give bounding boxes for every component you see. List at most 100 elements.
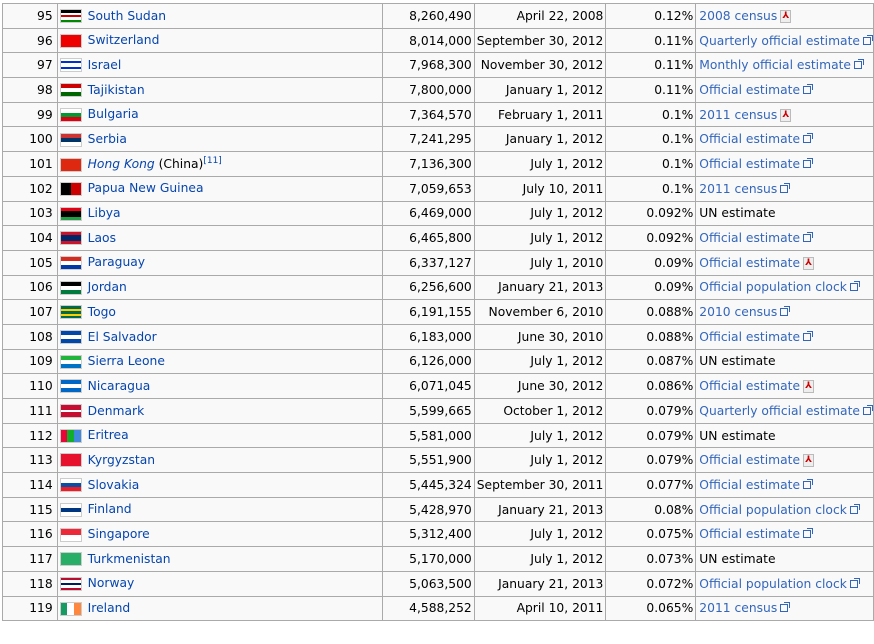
population-cell: 7,800,000 (382, 77, 475, 103)
country-cell: Israel (56, 52, 384, 79)
date-cell: July 1, 2012 (473, 151, 607, 177)
country-link[interactable]: Tajikistan (88, 83, 145, 97)
flag-icon[interactable] (59, 157, 82, 172)
external-link-icon (854, 59, 865, 70)
source-link[interactable]: Official estimate (699, 132, 814, 146)
source-link[interactable]: Official estimate (699, 157, 814, 171)
rank-cell: 117 (2, 546, 58, 572)
flag-icon[interactable] (59, 181, 82, 196)
country-cell: Paraguay (56, 249, 384, 276)
country-link[interactable]: Laos (88, 231, 116, 245)
source-cell: Quarterly official estimate (695, 27, 874, 54)
source-link[interactable]: Official estimate (699, 231, 814, 245)
flag-icon[interactable] (59, 453, 82, 468)
country-link[interactable]: Eritrea (88, 428, 129, 442)
source-link[interactable]: Official estimate ⅄ (699, 379, 815, 394)
population-cell: 5,599,665 (382, 398, 475, 424)
flag-icon[interactable] (59, 576, 82, 591)
flag-icon[interactable] (59, 255, 82, 270)
date-cell: July 1, 2012 (473, 225, 607, 251)
flag-icon[interactable] (59, 502, 82, 517)
country-link[interactable]: El Salvador (88, 330, 157, 344)
source-link[interactable]: Official population clock (699, 577, 860, 591)
country-link[interactable]: Finland (88, 502, 132, 516)
flag-icon[interactable] (59, 231, 82, 246)
flag-icon[interactable] (59, 330, 82, 345)
flag-icon[interactable] (59, 280, 82, 295)
percent-cell: 0.087% (605, 348, 697, 375)
flag-icon[interactable] (59, 58, 82, 73)
flag-icon[interactable] (59, 601, 82, 616)
source-link[interactable]: Official population clock (699, 280, 860, 294)
source-link[interactable]: Monthly official estimate (699, 58, 865, 72)
flag-icon[interactable] (59, 132, 82, 147)
source-link[interactable]: 2010 census (699, 305, 791, 319)
country-link[interactable]: Singapore (88, 527, 150, 541)
country-link[interactable]: Kyrgyzstan (88, 453, 155, 467)
source-link[interactable]: Official population clock (699, 503, 860, 517)
country-link[interactable]: Norway (88, 576, 135, 590)
population-cell: 6,337,127 (382, 249, 475, 276)
external-link-icon (862, 34, 873, 45)
country-link[interactable]: Papua New Guinea (88, 181, 204, 195)
rank-cell: 101 (2, 151, 58, 177)
country-link[interactable]: Hong Kong (88, 157, 155, 171)
country-link[interactable]: Denmark (88, 404, 145, 418)
source-link[interactable]: Official estimate (699, 478, 814, 492)
date-cell: July 1, 2012 (473, 447, 607, 474)
country-link[interactable]: Israel (88, 58, 122, 72)
percent-cell: 0.09% (605, 274, 697, 301)
table-row: 110 Nicaragua 6,071,045 June 30, 2012 0.086%… (2, 373, 874, 399)
table-row: 109 Sierra Leone 6,126,000 July 1, 2012 0.08… (2, 348, 874, 375)
flag-icon[interactable] (59, 428, 82, 443)
source-link[interactable]: Official estimate ⅄ (699, 256, 815, 270)
country-link[interactable]: South Sudan (88, 9, 166, 23)
flag-icon[interactable] (59, 107, 82, 122)
source-link[interactable]: 2008 census ⅄ (699, 9, 792, 23)
source-link[interactable]: 2011 census (699, 182, 791, 196)
source-link[interactable]: Official estimate (699, 83, 814, 97)
country-link[interactable]: Ireland (88, 601, 131, 615)
flag-icon[interactable] (59, 478, 82, 493)
source-link[interactable]: Official estimate ⅄ (699, 453, 815, 468)
country-link[interactable]: Sierra Leone (88, 354, 165, 368)
source-cell: Official estimate (695, 323, 874, 350)
flag-icon[interactable] (59, 404, 82, 419)
source-link[interactable]: Quarterly official estimate (699, 34, 873, 48)
source-link[interactable]: Official estimate (699, 527, 814, 541)
country-link[interactable]: Switzerland (88, 33, 160, 47)
country-link[interactable]: Togo (88, 305, 116, 319)
flag-icon[interactable] (59, 83, 82, 98)
flag-icon[interactable] (59, 527, 82, 542)
flag-icon[interactable] (59, 552, 82, 567)
flag-icon[interactable] (59, 33, 82, 48)
table-row: 119 Ireland 4,588,252 April 10, 2011 0.065% 2… (2, 595, 874, 622)
country-link[interactable]: Bulgaria (88, 107, 139, 121)
table-row: 101 Hong Kong (China)[11] 7,136,300 July 1,… (2, 151, 874, 177)
source-link[interactable]: Official estimate (699, 330, 814, 344)
flag-icon[interactable] (59, 354, 82, 369)
source-link[interactable]: 2011 census ⅄ (699, 108, 792, 122)
country-link[interactable]: Jordan (88, 280, 127, 294)
country-link[interactable]: Nicaragua (88, 379, 151, 393)
source-link[interactable]: Quarterly official estimate (699, 404, 873, 418)
flag-icon[interactable] (59, 305, 82, 320)
country-link[interactable]: Turkmenistan (88, 552, 171, 566)
flag-icon[interactable] (59, 379, 82, 394)
pdf-icon: ⅄ (803, 454, 815, 468)
country-link[interactable]: Slovakia (88, 478, 140, 492)
country-link[interactable]: Serbia (88, 132, 127, 146)
country-cell: Switzerland (56, 27, 384, 54)
rank-cell: 106 (2, 274, 58, 301)
source-link[interactable]: 2011 census (699, 601, 791, 615)
population-cell: 7,968,300 (382, 52, 475, 79)
country-link[interactable]: Paraguay (88, 255, 145, 269)
country-link[interactable]: Libya (88, 206, 121, 220)
source-cell: Monthly official estimate (695, 52, 874, 79)
external-link-icon (803, 232, 814, 243)
flag-icon[interactable] (59, 9, 82, 24)
rank-cell: 113 (2, 447, 58, 474)
reference-link[interactable]: [11] (203, 156, 221, 166)
flag-icon[interactable] (59, 206, 82, 221)
population-cell: 5,312,400 (382, 521, 475, 548)
